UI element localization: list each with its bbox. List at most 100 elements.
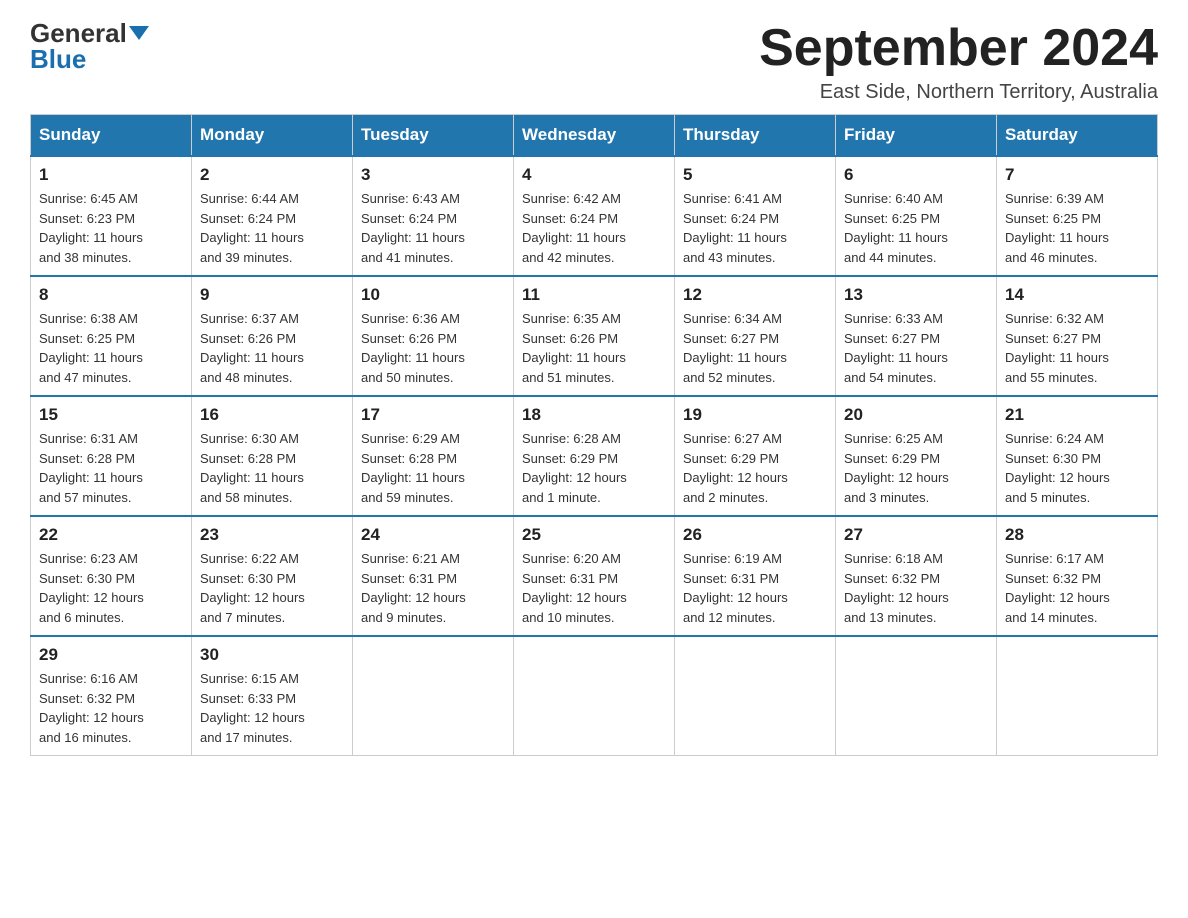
calendar-cell: 25 Sunrise: 6:20 AMSunset: 6:31 PMDayligh… xyxy=(514,516,675,636)
logo-general-text: General xyxy=(30,20,127,46)
calendar-cell: 13 Sunrise: 6:33 AMSunset: 6:27 PMDayligh… xyxy=(836,276,997,396)
calendar-week-row-4: 22Sunrise: 6:23 AMSunset: 6:30 PMDayligh… xyxy=(31,516,1158,636)
calendar-cell: 9Sunrise: 6:37 AMSunset: 6:26 PMDaylight… xyxy=(192,276,353,396)
calendar-cell: 27 Sunrise: 6:18 AMSunset: 6:32 PMDayligh… xyxy=(836,516,997,636)
calendar-cell: 12 Sunrise: 6:34 AMSunset: 6:27 PMDayligh… xyxy=(675,276,836,396)
day-number: 10 xyxy=(361,285,505,305)
day-info: Sunrise: 6:22 AMSunset: 6:30 PMDaylight:… xyxy=(200,549,344,627)
day-number: 17 xyxy=(361,405,505,425)
calendar-header-sunday: Sunday xyxy=(31,115,192,157)
day-number: 30 xyxy=(200,645,344,665)
day-number: 2 xyxy=(200,165,344,185)
page-header: General Blue September 2024 East Side, N… xyxy=(30,20,1158,104)
calendar-header-friday: Friday xyxy=(836,115,997,157)
day-number: 7 xyxy=(1005,165,1149,185)
day-info: Sunrise: 6:28 AMSunset: 6:29 PMDaylight:… xyxy=(522,429,666,507)
calendar-cell: 8 Sunrise: 6:38 AMSunset: 6:25 PMDaylight… xyxy=(31,276,192,396)
calendar-cell: 11Sunrise: 6:35 AMSunset: 6:26 PMDayligh… xyxy=(514,276,675,396)
calendar-cell: 4Sunrise: 6:42 AMSunset: 6:24 PMDaylight… xyxy=(514,156,675,276)
day-info: Sunrise: 6:20 AMSunset: 6:31 PMDaylight:… xyxy=(522,549,666,627)
calendar-cell: 7 Sunrise: 6:39 AMSunset: 6:25 PMDaylight… xyxy=(997,156,1158,276)
calendar-cell xyxy=(836,636,997,756)
calendar-cell: 16 Sunrise: 6:30 AMSunset: 6:28 PMDayligh… xyxy=(192,396,353,516)
calendar-cell: 19Sunrise: 6:27 AMSunset: 6:29 PMDayligh… xyxy=(675,396,836,516)
calendar-cell xyxy=(514,636,675,756)
day-info: Sunrise: 6:36 AMSunset: 6:26 PMDaylight:… xyxy=(361,309,505,387)
day-number: 12 xyxy=(683,285,827,305)
calendar-cell: 24Sunrise: 6:21 AMSunset: 6:31 PMDayligh… xyxy=(353,516,514,636)
day-number: 16 xyxy=(200,405,344,425)
calendar-cell: 5 Sunrise: 6:41 AMSunset: 6:24 PMDaylight… xyxy=(675,156,836,276)
day-info: Sunrise: 6:19 AMSunset: 6:31 PMDaylight:… xyxy=(683,549,827,627)
day-info: Sunrise: 6:24 AMSunset: 6:30 PMDaylight:… xyxy=(1005,429,1149,507)
calendar-cell: 29 Sunrise: 6:16 AMSunset: 6:32 PMDayligh… xyxy=(31,636,192,756)
day-number: 20 xyxy=(844,405,988,425)
day-info: Sunrise: 6:21 AMSunset: 6:31 PMDaylight:… xyxy=(361,549,505,627)
day-number: 1 xyxy=(39,165,183,185)
day-info: Sunrise: 6:16 AMSunset: 6:32 PMDaylight:… xyxy=(39,669,183,747)
day-number: 6 xyxy=(844,165,988,185)
day-number: 26 xyxy=(683,525,827,545)
day-number: 22 xyxy=(39,525,183,545)
day-info: Sunrise: 6:18 AMSunset: 6:32 PMDaylight:… xyxy=(844,549,988,627)
calendar-table: SundayMondayTuesdayWednesdayThursdayFrid… xyxy=(30,114,1158,756)
day-number: 18 xyxy=(522,405,666,425)
calendar-cell: 26 Sunrise: 6:19 AMSunset: 6:31 PMDayligh… xyxy=(675,516,836,636)
calendar-cell: 2Sunrise: 6:44 AMSunset: 6:24 PMDaylight… xyxy=(192,156,353,276)
calendar-cell: 20Sunrise: 6:25 AMSunset: 6:29 PMDayligh… xyxy=(836,396,997,516)
day-info: Sunrise: 6:38 AMSunset: 6:25 PMDaylight:… xyxy=(39,309,183,387)
day-info: Sunrise: 6:31 AMSunset: 6:28 PMDaylight:… xyxy=(39,429,183,507)
day-info: Sunrise: 6:45 AMSunset: 6:23 PMDaylight:… xyxy=(39,189,183,267)
calendar-cell: 1 Sunrise: 6:45 AMSunset: 6:23 PMDaylight… xyxy=(31,156,192,276)
day-info: Sunrise: 6:29 AMSunset: 6:28 PMDaylight:… xyxy=(361,429,505,507)
day-info: Sunrise: 6:43 AMSunset: 6:24 PMDaylight:… xyxy=(361,189,505,267)
calendar-cell: 28Sunrise: 6:17 AMSunset: 6:32 PMDayligh… xyxy=(997,516,1158,636)
day-info: Sunrise: 6:34 AMSunset: 6:27 PMDaylight:… xyxy=(683,309,827,387)
day-info: Sunrise: 6:15 AMSunset: 6:33 PMDaylight:… xyxy=(200,669,344,747)
day-number: 28 xyxy=(1005,525,1149,545)
day-info: Sunrise: 6:42 AMSunset: 6:24 PMDaylight:… xyxy=(522,189,666,267)
day-number: 9 xyxy=(200,285,344,305)
calendar-cell: 18 Sunrise: 6:28 AMSunset: 6:29 PMDayligh… xyxy=(514,396,675,516)
day-number: 3 xyxy=(361,165,505,185)
calendar-header-row: SundayMondayTuesdayWednesdayThursdayFrid… xyxy=(31,115,1158,157)
day-number: 23 xyxy=(200,525,344,545)
calendar-cell: 10 Sunrise: 6:36 AMSunset: 6:26 PMDayligh… xyxy=(353,276,514,396)
page-subtitle: East Side, Northern Territory, Australia xyxy=(759,81,1158,104)
day-info: Sunrise: 6:41 AMSunset: 6:24 PMDaylight:… xyxy=(683,189,827,267)
calendar-week-row-5: 29 Sunrise: 6:16 AMSunset: 6:32 PMDayligh… xyxy=(31,636,1158,756)
day-number: 8 xyxy=(39,285,183,305)
title-section: September 2024 East Side, Northern Terri… xyxy=(759,20,1158,104)
calendar-week-row-1: 1 Sunrise: 6:45 AMSunset: 6:23 PMDaylight… xyxy=(31,156,1158,276)
page-title: September 2024 xyxy=(759,20,1158,77)
calendar-header-wednesday: Wednesday xyxy=(514,115,675,157)
logo-triangle-icon xyxy=(129,26,149,40)
calendar-cell xyxy=(353,636,514,756)
day-number: 25 xyxy=(522,525,666,545)
calendar-cell: 14Sunrise: 6:32 AMSunset: 6:27 PMDayligh… xyxy=(997,276,1158,396)
day-number: 5 xyxy=(683,165,827,185)
day-number: 27 xyxy=(844,525,988,545)
day-number: 13 xyxy=(844,285,988,305)
calendar-header-thursday: Thursday xyxy=(675,115,836,157)
calendar-cell: 23 Sunrise: 6:22 AMSunset: 6:30 PMDayligh… xyxy=(192,516,353,636)
day-info: Sunrise: 6:33 AMSunset: 6:27 PMDaylight:… xyxy=(844,309,988,387)
day-number: 15 xyxy=(39,405,183,425)
calendar-week-row-2: 8 Sunrise: 6:38 AMSunset: 6:25 PMDaylight… xyxy=(31,276,1158,396)
calendar-cell: 17 Sunrise: 6:29 AMSunset: 6:28 PMDayligh… xyxy=(353,396,514,516)
calendar-header-tuesday: Tuesday xyxy=(353,115,514,157)
calendar-cell xyxy=(675,636,836,756)
day-number: 21 xyxy=(1005,405,1149,425)
calendar-cell: 22Sunrise: 6:23 AMSunset: 6:30 PMDayligh… xyxy=(31,516,192,636)
calendar-cell xyxy=(997,636,1158,756)
day-info: Sunrise: 6:32 AMSunset: 6:27 PMDaylight:… xyxy=(1005,309,1149,387)
day-number: 11 xyxy=(522,285,666,305)
day-number: 29 xyxy=(39,645,183,665)
calendar-week-row-3: 15 Sunrise: 6:31 AMSunset: 6:28 PMDayligh… xyxy=(31,396,1158,516)
day-info: Sunrise: 6:30 AMSunset: 6:28 PMDaylight:… xyxy=(200,429,344,507)
day-info: Sunrise: 6:39 AMSunset: 6:25 PMDaylight:… xyxy=(1005,189,1149,267)
calendar-cell: 6 Sunrise: 6:40 AMSunset: 6:25 PMDaylight… xyxy=(836,156,997,276)
day-info: Sunrise: 6:40 AMSunset: 6:25 PMDaylight:… xyxy=(844,189,988,267)
logo: General Blue xyxy=(30,20,149,72)
day-info: Sunrise: 6:27 AMSunset: 6:29 PMDaylight:… xyxy=(683,429,827,507)
